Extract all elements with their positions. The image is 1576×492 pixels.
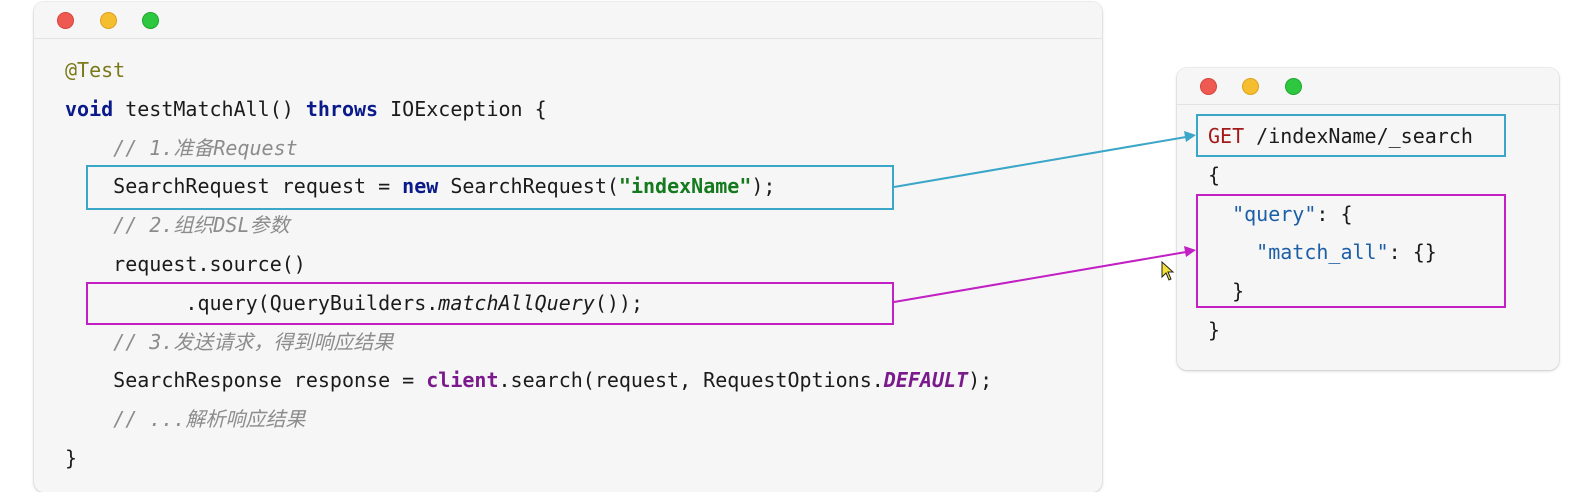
- connector-arrows: [893, 131, 1196, 303]
- mouse-cursor-icon: [1161, 260, 1175, 281]
- request-connector-arrow: [893, 136, 1187, 188]
- request-arrowhead: [1184, 131, 1196, 142]
- query-connector-arrow: [893, 251, 1187, 303]
- query-arrowhead: [1184, 246, 1196, 257]
